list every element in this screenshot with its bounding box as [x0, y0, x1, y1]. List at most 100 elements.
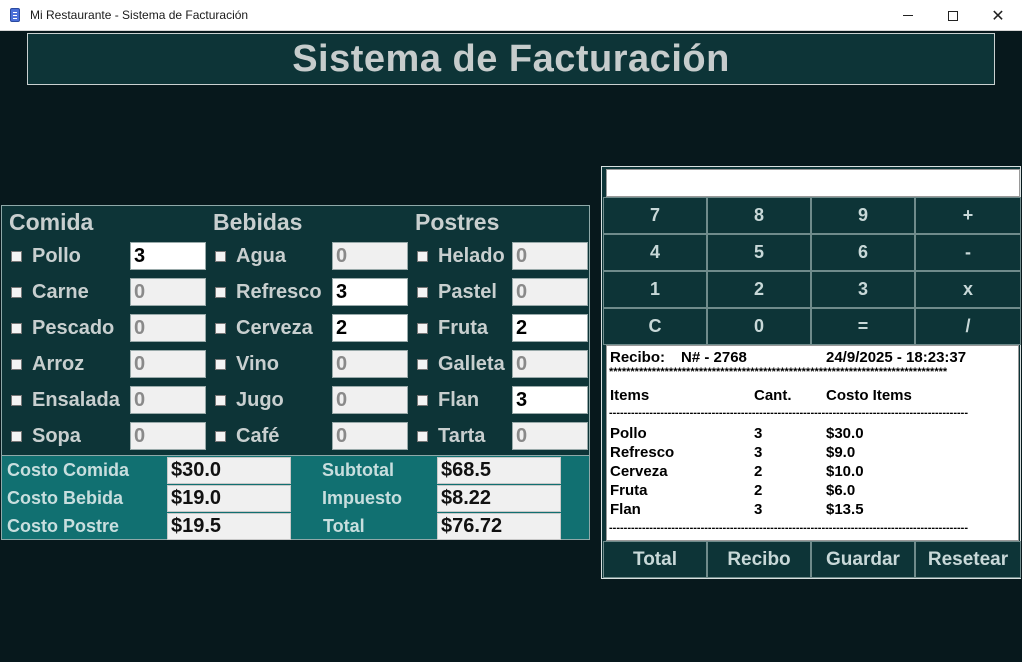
- checkbox[interactable]: [417, 286, 428, 298]
- value-costo-comida: $30.0: [167, 457, 291, 484]
- item-jugo[interactable]: Jugo: [215, 386, 284, 414]
- key-0[interactable]: 0: [707, 308, 811, 345]
- qty-pescado[interactable]: [130, 314, 206, 342]
- receipt-area[interactable]: Recibo: N# - 2768 24/9/2025 - 18:23:37 *…: [606, 345, 1019, 541]
- item-vino[interactable]: Vino: [215, 350, 279, 378]
- app-icon: [10, 8, 20, 22]
- qty-cerveza[interactable]: [332, 314, 408, 342]
- item-fruta[interactable]: Fruta: [417, 314, 488, 342]
- key-4[interactable]: 4: [603, 234, 707, 271]
- maximize-button[interactable]: [930, 0, 976, 31]
- key-3[interactable]: 3: [811, 271, 915, 308]
- key-6[interactable]: 6: [811, 234, 915, 271]
- receipt-line-cost: $30.0: [826, 425, 864, 442]
- item-cerveza[interactable]: Cerveza: [215, 314, 313, 342]
- item-helado[interactable]: Helado: [417, 242, 505, 270]
- qty-agua[interactable]: [332, 242, 408, 270]
- checkbox[interactable]: [215, 250, 226, 262]
- checkbox[interactable]: [417, 358, 428, 370]
- qty-helado[interactable]: [512, 242, 588, 270]
- qty-flan[interactable]: [512, 386, 588, 414]
- app-header: Sistema de Facturación: [27, 33, 995, 85]
- checkbox[interactable]: [417, 394, 428, 406]
- checkbox[interactable]: [215, 322, 226, 334]
- qty-fruta[interactable]: [512, 314, 588, 342]
- receipt-line-qty: 3: [754, 425, 763, 442]
- checkbox[interactable]: [215, 430, 226, 442]
- receipt-line-cost: $9.0: [826, 444, 856, 461]
- key-2[interactable]: 2: [707, 271, 811, 308]
- qty-vino[interactable]: [332, 350, 408, 378]
- key-multiply[interactable]: x: [915, 271, 1021, 308]
- recibo-button[interactable]: Recibo: [707, 541, 811, 578]
- item-sopa[interactable]: Sopa: [11, 422, 81, 450]
- qty-tarta[interactable]: [512, 422, 588, 450]
- checkbox[interactable]: [11, 322, 22, 334]
- checkbox[interactable]: [417, 430, 428, 442]
- receipt-line-cost: $6.0: [826, 482, 856, 499]
- checkbox[interactable]: [215, 358, 226, 370]
- key-plus[interactable]: +: [915, 197, 1021, 234]
- item-flan[interactable]: Flan: [417, 386, 479, 414]
- qty-ensalada[interactable]: [130, 386, 206, 414]
- receipt-line-item: Pollo: [610, 425, 647, 442]
- item-pollo[interactable]: Pollo: [11, 242, 81, 270]
- total-button[interactable]: Total: [603, 541, 707, 578]
- receipt-line-item: Flan: [610, 501, 641, 518]
- qty-pastel[interactable]: [512, 278, 588, 306]
- receipt-line-qty: 2: [754, 463, 763, 480]
- guardar-button[interactable]: Guardar: [811, 541, 915, 578]
- checkbox[interactable]: [11, 430, 22, 442]
- item-galleta[interactable]: Galleta: [417, 350, 505, 378]
- item-cafe[interactable]: Café: [215, 422, 279, 450]
- resetear-button[interactable]: Resetear: [915, 541, 1021, 578]
- checkbox[interactable]: [11, 250, 22, 262]
- receipt-number: N# - 2768: [681, 349, 747, 366]
- key-5[interactable]: 5: [707, 234, 811, 271]
- menu-panel: Comida Bebidas Postres Pollo Carne Pesca…: [1, 205, 590, 455]
- item-tarta[interactable]: Tarta: [417, 422, 485, 450]
- key-clear[interactable]: C: [603, 308, 707, 345]
- right-panel: 7 8 9 + 4 5 6 - 1 2 3 x C 0 = / Recibo: …: [601, 166, 1021, 579]
- heading-bebidas: Bebidas: [213, 209, 303, 235]
- key-equals[interactable]: =: [811, 308, 915, 345]
- checkbox[interactable]: [215, 394, 226, 406]
- qty-arroz[interactable]: [130, 350, 206, 378]
- minimize-icon: [903, 15, 913, 16]
- qty-jugo[interactable]: [332, 386, 408, 414]
- calculator-display[interactable]: [606, 169, 1020, 197]
- checkbox[interactable]: [417, 250, 428, 262]
- checkbox[interactable]: [417, 322, 428, 334]
- key-1[interactable]: 1: [603, 271, 707, 308]
- item-arroz[interactable]: Arroz: [11, 350, 84, 378]
- receipt-col-items: Items: [610, 387, 650, 404]
- item-refresco[interactable]: Refresco: [215, 278, 322, 306]
- key-minus[interactable]: -: [915, 234, 1021, 271]
- key-9[interactable]: 9: [811, 197, 915, 234]
- item-pescado[interactable]: Pescado: [11, 314, 114, 342]
- qty-refresco[interactable]: [332, 278, 408, 306]
- minimize-button[interactable]: [885, 0, 931, 31]
- qty-pollo[interactable]: [130, 242, 206, 270]
- key-8[interactable]: 8: [707, 197, 811, 234]
- qty-sopa[interactable]: [130, 422, 206, 450]
- qty-carne[interactable]: [130, 278, 206, 306]
- label-subtotal: Subtotal: [322, 460, 394, 480]
- receipt-line-cost: $13.5: [826, 501, 864, 518]
- receipt-separator-dashes-bottom: ----------------------------------------…: [609, 522, 968, 534]
- key-7[interactable]: 7: [603, 197, 707, 234]
- receipt-line-cost: $10.0: [826, 463, 864, 480]
- key-divide[interactable]: /: [915, 308, 1021, 345]
- item-agua[interactable]: Agua: [215, 242, 286, 270]
- checkbox[interactable]: [11, 394, 22, 406]
- item-carne[interactable]: Carne: [11, 278, 89, 306]
- item-ensalada[interactable]: Ensalada: [11, 386, 120, 414]
- close-button[interactable]: ✕: [975, 0, 1021, 31]
- receipt-line-item: Fruta: [610, 482, 648, 499]
- checkbox[interactable]: [215, 286, 226, 298]
- qty-cafe[interactable]: [332, 422, 408, 450]
- checkbox[interactable]: [11, 286, 22, 298]
- qty-galleta[interactable]: [512, 350, 588, 378]
- checkbox[interactable]: [11, 358, 22, 370]
- item-pastel[interactable]: Pastel: [417, 278, 497, 306]
